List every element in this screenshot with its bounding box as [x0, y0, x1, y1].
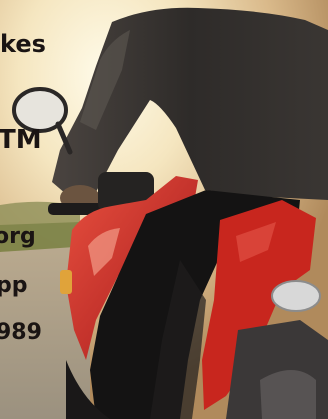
overlay-text-line-1: kes [0, 30, 46, 58]
overlay-text-line-2: TM [0, 125, 42, 155]
advertisement-poster: kes TM org pp 989 [0, 0, 328, 419]
rider-on-motorcycle-photo [0, 0, 328, 419]
overlay-text-line-5: 989 [0, 320, 42, 345]
overlay-text-line-3: org [0, 224, 36, 249]
overlay-text-line-4: pp [0, 273, 28, 298]
